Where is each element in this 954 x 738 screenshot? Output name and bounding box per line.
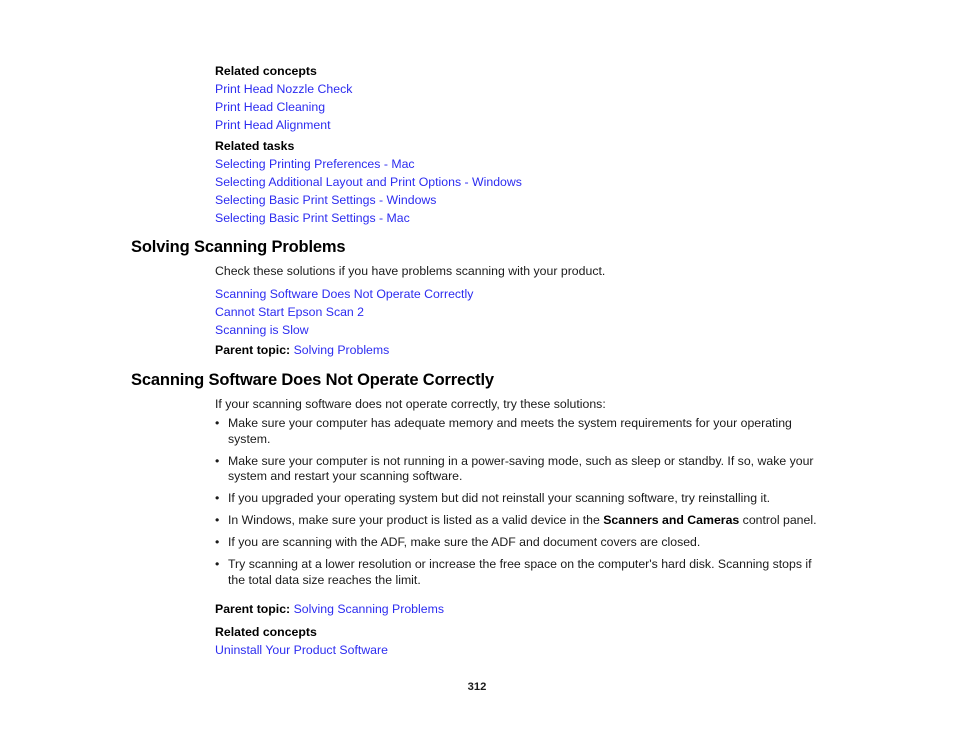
parent-topic-solving-problems: Parent topic: Solving Problems bbox=[215, 341, 819, 359]
bullet-icon: • bbox=[215, 557, 220, 571]
related-concepts-block-top: Related concepts Print Head Nozzle Check… bbox=[215, 62, 819, 134]
link-scanning-software-does-not-operate-correctly[interactable]: Scanning Software Does Not Operate Corre… bbox=[215, 285, 819, 303]
list-item-text: Try scanning at a lower resolution or in… bbox=[228, 557, 812, 587]
parent-topic-label: Parent topic: bbox=[215, 602, 291, 616]
list-item: • If you upgraded your operating system … bbox=[215, 491, 819, 507]
link-solving-scanning-problems[interactable]: Solving Scanning Problems bbox=[294, 602, 444, 616]
scanning-software-intro-paragraph: If your scanning software does not opera… bbox=[215, 397, 606, 411]
list-item: • Make sure your computer has adequate m… bbox=[215, 416, 819, 447]
related-tasks-heading-top: Related tasks bbox=[215, 139, 295, 153]
link-print-head-alignment[interactable]: Print Head Alignment bbox=[215, 116, 819, 134]
related-concepts-block-bottom: Related concepts Uninstall Your Product … bbox=[215, 623, 819, 659]
bullet-icon: • bbox=[215, 513, 220, 527]
link-print-head-cleaning[interactable]: Print Head Cleaning bbox=[215, 98, 819, 116]
scanning-software-intro: If your scanning software does not opera… bbox=[215, 396, 819, 412]
list-item: • Try scanning at a lower resolution or … bbox=[215, 557, 819, 588]
related-tasks-block-top: Related tasks Selecting Printing Prefere… bbox=[215, 137, 819, 227]
parent-topic-label: Parent topic: bbox=[215, 343, 291, 357]
list-item-text: Make sure your computer has adequate mem… bbox=[228, 416, 792, 446]
scanning-solutions-list-wrap: • Make sure your computer has adequate m… bbox=[215, 416, 819, 595]
list-item: • In Windows, make sure your product is … bbox=[215, 513, 819, 529]
list-item-text: In Windows, make sure your product is li… bbox=[228, 513, 604, 527]
scanning-solutions-list: • Make sure your computer has adequate m… bbox=[215, 416, 819, 588]
bullet-icon: • bbox=[215, 535, 220, 549]
bullet-icon: • bbox=[215, 491, 220, 505]
intro-paragraph: Check these solutions if you have proble… bbox=[215, 264, 606, 278]
list-item-text: Make sure your computer is not running i… bbox=[228, 453, 814, 484]
link-selecting-basic-print-settings-windows[interactable]: Selecting Basic Print Settings - Windows bbox=[215, 191, 819, 209]
related-concepts-heading-top: Related concepts bbox=[215, 64, 317, 78]
link-cannot-start-epson-scan-2[interactable]: Cannot Start Epson Scan 2 bbox=[215, 303, 819, 321]
solving-scanning-problems-intro: Check these solutions if you have proble… bbox=[215, 263, 819, 279]
link-selecting-printing-preferences-mac[interactable]: Selecting Printing Preferences - Mac bbox=[215, 155, 819, 173]
link-selecting-additional-layout-and-print-options-windows[interactable]: Selecting Additional Layout and Print Op… bbox=[215, 173, 819, 191]
link-print-head-nozzle-check[interactable]: Print Head Nozzle Check bbox=[215, 80, 819, 98]
link-solving-problems[interactable]: Solving Problems bbox=[294, 343, 390, 357]
bullet-icon: • bbox=[215, 453, 220, 468]
section-title-scanning-software-does-not-operate-correctly: Scanning Software Does Not Operate Corre… bbox=[131, 371, 494, 389]
list-item-emphasis: Scanners and Cameras bbox=[603, 513, 740, 527]
list-item: • If you are scanning with the ADF, make… bbox=[215, 535, 819, 551]
bullet-icon: • bbox=[215, 416, 220, 430]
related-concepts-heading-bottom: Related concepts bbox=[215, 625, 317, 639]
document-page: Related concepts Print Head Nozzle Check… bbox=[0, 0, 954, 738]
list-item-text: If you are scanning with the ADF, make s… bbox=[228, 535, 701, 549]
parent-topic-solving-scanning-problems: Parent topic: Solving Scanning Problems bbox=[215, 600, 819, 618]
list-item-text-tail: control panel. bbox=[739, 513, 817, 527]
list-item-text: If you upgraded your operating system bu… bbox=[228, 491, 771, 505]
list-item: • Make sure your computer is not running… bbox=[215, 454, 819, 485]
solving-scanning-problems-links: Scanning Software Does Not Operate Corre… bbox=[215, 285, 819, 339]
link-scanning-is-slow[interactable]: Scanning is Slow bbox=[215, 321, 819, 339]
page-title-solving-scanning-problems: Solving Scanning Problems bbox=[131, 238, 346, 256]
page-number: 312 bbox=[467, 681, 487, 693]
link-uninstall-your-product-software[interactable]: Uninstall Your Product Software bbox=[215, 641, 819, 659]
link-selecting-basic-print-settings-mac[interactable]: Selecting Basic Print Settings - Mac bbox=[215, 209, 819, 227]
